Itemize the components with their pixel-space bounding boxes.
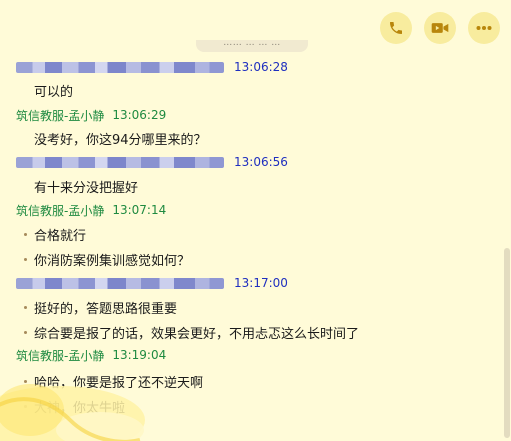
phone-icon: [388, 20, 404, 36]
bullet-dot: [24, 404, 27, 408]
message-header: 13:06:56: [16, 154, 288, 170]
message-text-content: 有十来分没把握好: [34, 180, 139, 196]
bullet-dot: [24, 257, 27, 261]
message-header: 筑信教服-孟小静 13:07:14: [16, 202, 166, 218]
message-text: 挺好的，答题思路很重要: [24, 298, 178, 317]
video-call-button[interactable]: [424, 12, 456, 44]
bullet-dot: [24, 379, 27, 383]
chat-window: …… … … … 13:06:28 可以的 筑信教服-孟小静 13:06:29 …: [0, 0, 511, 441]
message-text-content: 大神，你太牛啦: [34, 400, 126, 416]
message-text: 可以的: [24, 81, 74, 100]
bullet-dot: [24, 330, 27, 334]
bullet-dot: [24, 232, 27, 236]
message-text: 综合要是报了的话，效果会更好，不用忐忑这么长时间了: [24, 323, 360, 342]
message-text: 大神，你太牛啦: [24, 397, 126, 416]
sender-name[interactable]: 筑信教服-孟小静: [16, 202, 104, 219]
message-text-content: 挺好的，答题思路很重要: [34, 301, 178, 317]
more-options-button[interactable]: [468, 12, 500, 44]
message-time: 13:17:00: [234, 276, 288, 290]
message-header: 13:06:28: [16, 59, 288, 75]
message-text: 合格就行: [24, 225, 87, 244]
date-divider-text: …… … … …: [223, 40, 281, 48]
message-time: 13:06:56: [234, 155, 288, 169]
message-text: 哈哈，你要是报了还不逆天啊: [24, 372, 204, 391]
sender-name[interactable]: 筑信教服-孟小静: [16, 107, 104, 124]
blurred-sender-name: [16, 61, 224, 73]
message-time: 13:19:04: [112, 348, 167, 362]
chat-toolbar: [380, 12, 500, 44]
message-text: 没考好，你这94分哪里来的？: [24, 129, 207, 148]
background-artwork: [0, 384, 145, 441]
scrollbar[interactable]: [503, 0, 511, 441]
message-text: 有十来分没把握好: [24, 177, 139, 196]
message-text-content: 没考好，你这94分哪里来的？: [34, 132, 207, 148]
sender-name[interactable]: 筑信教服-孟小静: [16, 347, 104, 364]
message-text-content: 哈哈，你要是报了还不逆天啊: [34, 375, 204, 391]
message-text: 你消防案例集训感觉如何？: [24, 250, 191, 269]
message-text-content: 你消防案例集训感觉如何？: [34, 253, 191, 269]
message-header: 13:17:00: [16, 275, 288, 291]
blurred-sender-name: [16, 156, 224, 168]
video-camera-icon: [431, 20, 449, 36]
scrollbar-thumb[interactable]: [504, 248, 510, 438]
more-icon: [476, 25, 492, 31]
message-header: 筑信教服-孟小静 13:06:29: [16, 107, 166, 123]
bullet-dot: [24, 305, 27, 309]
message-time: 13:06:29: [112, 108, 167, 122]
message-text-content: 综合要是报了的话，效果会更好，不用忐忑这么长时间了: [34, 326, 360, 342]
blurred-sender-name: [16, 277, 224, 289]
voice-call-button[interactable]: [380, 12, 412, 44]
date-divider: …… … … …: [196, 40, 308, 52]
message-time: 13:06:28: [234, 60, 288, 74]
message-header: 筑信教服-孟小静 13:19:04: [16, 347, 166, 363]
message-text-content: 合格就行: [34, 228, 87, 244]
message-text-content: 可以的: [34, 84, 74, 100]
message-time: 13:07:14: [112, 203, 167, 217]
